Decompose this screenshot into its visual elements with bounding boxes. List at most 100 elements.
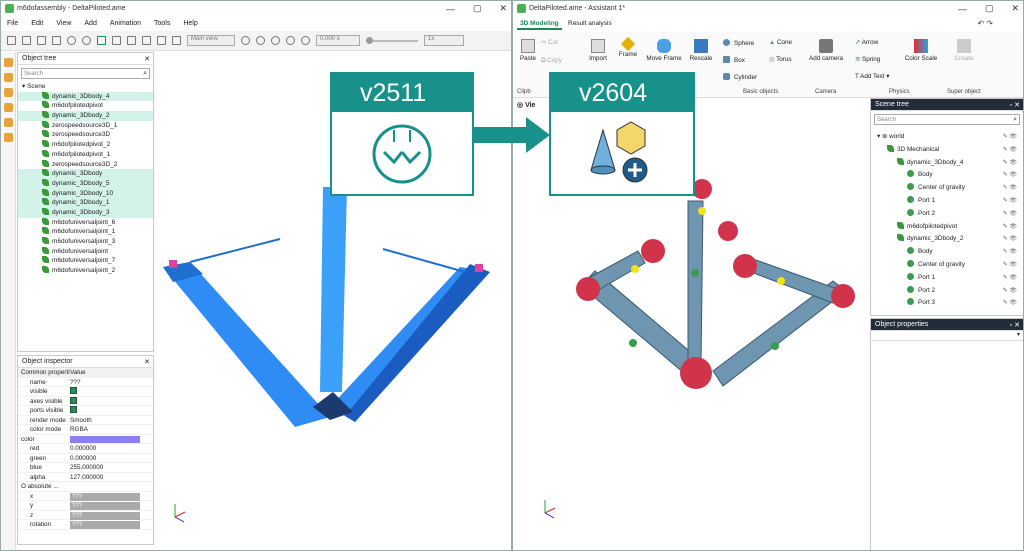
- close-button[interactable]: ✕: [499, 3, 507, 14]
- inspector-row[interactable]: color mode RGBA: [18, 425, 153, 435]
- visibility-icon[interactable]: ✎ 👁: [1003, 195, 1017, 208]
- inspector-row[interactable]: name???: [18, 378, 153, 387]
- layer-icon-3[interactable]: [4, 88, 13, 97]
- scene-tree-item[interactable]: Port 1 ✎ 👁: [871, 272, 1023, 285]
- layer-icon-5[interactable]: [4, 118, 13, 127]
- tab-3d-modeling[interactable]: 3D Modeling: [517, 18, 562, 30]
- fit-icon[interactable]: [157, 36, 166, 45]
- search-icon[interactable]: ⌕: [143, 70, 149, 78]
- inspector-row[interactable]: O absolute ...: [18, 482, 153, 492]
- speed-select[interactable]: 1x: [424, 35, 464, 46]
- menu-view[interactable]: View: [56, 20, 71, 27]
- cone-button[interactable]: ▲ Cone: [769, 39, 792, 46]
- inspector-value[interactable]: 255.000000: [70, 463, 103, 472]
- scene-tree-item[interactable]: Body ✎ 👁: [871, 246, 1023, 259]
- inspector-value[interactable]: 0.000000: [70, 454, 96, 463]
- record-icon[interactable]: [172, 36, 181, 45]
- tab-result-analysis[interactable]: Result analysis: [565, 18, 615, 30]
- cut-button[interactable]: ✂ Cut: [541, 39, 558, 46]
- menu-file[interactable]: File: [7, 20, 18, 27]
- inspector-value[interactable]: Smooth: [70, 416, 92, 425]
- scene-tree-search[interactable]: Search ⌕: [874, 114, 1020, 125]
- inspector-row[interactable]: x???: [18, 492, 153, 501]
- inspector-row[interactable]: axes visible: [18, 396, 153, 406]
- undo-redo-icons[interactable]: ↶ ↷: [977, 19, 993, 28]
- maximize-button[interactable]: ▢: [473, 3, 482, 14]
- minimize-button[interactable]: —: [446, 4, 455, 14]
- delete-icon[interactable]: [52, 36, 61, 45]
- undo-icon[interactable]: [67, 36, 76, 45]
- spring-button[interactable]: ≋ Spring: [855, 56, 880, 63]
- tree-item[interactable]: dynamic_3Dbody_4: [18, 91, 153, 102]
- visibility-icon[interactable]: ✎ 👁: [1003, 221, 1017, 234]
- step-forward-icon[interactable]: [286, 36, 295, 45]
- tree-item[interactable]: dynamic_3Dbody_3: [18, 207, 153, 218]
- inspector-value[interactable]: ???: [70, 378, 81, 387]
- inspector-value[interactable]: [70, 387, 77, 394]
- layer-icon-4[interactable]: [4, 103, 13, 112]
- select-icon[interactable]: [97, 36, 106, 45]
- torus-button[interactable]: ◎ Torus: [769, 56, 792, 63]
- frame-button[interactable]: Frame: [617, 36, 639, 58]
- visibility-icon[interactable]: ✎ 👁: [1003, 297, 1017, 310]
- layer-icon-2[interactable]: [4, 73, 13, 82]
- pan-icon[interactable]: [142, 36, 151, 45]
- tree-item[interactable]: m6dofuniversaljoint_6: [18, 217, 153, 228]
- properties-dropdown[interactable]: ▾: [871, 331, 1023, 341]
- inspector-row[interactable]: color: [18, 435, 153, 444]
- paste-icon[interactable]: [37, 36, 46, 45]
- import-button[interactable]: Import: [585, 39, 611, 62]
- scene-tree-item[interactable]: Port 2 ✎ 👁: [871, 208, 1023, 221]
- inspector-row[interactable]: blue 255.000000: [18, 463, 153, 473]
- copy-button[interactable]: ⧉ Copy: [541, 57, 562, 65]
- scene-tree-item[interactable]: Body ✎ 👁: [871, 169, 1023, 182]
- inspector-value[interactable]: RGBA: [70, 425, 88, 434]
- close-button[interactable]: ✕: [1011, 3, 1019, 14]
- visibility-icon[interactable]: ✎ 👁: [1003, 131, 1017, 144]
- visibility-icon[interactable]: ✎ 👁: [1003, 259, 1017, 272]
- tree-item[interactable]: m6dofuniversaljoint_2: [18, 266, 153, 276]
- visibility-icon[interactable]: ✎ 👁: [1003, 272, 1017, 285]
- visibility-icon[interactable]: ✎ 👁: [1003, 144, 1017, 157]
- visibility-icon[interactable]: ✎ 👁: [1003, 208, 1017, 221]
- scene-tree-item[interactable]: Port 2 ✎ 👁: [871, 285, 1023, 298]
- menu-add[interactable]: Add: [84, 20, 96, 27]
- search-input[interactable]: Search: [24, 71, 43, 77]
- inspector-row[interactable]: y???: [18, 501, 153, 511]
- tree-item[interactable]: m6dofpilotedpivot_1: [18, 149, 153, 160]
- cut-icon[interactable]: [7, 36, 16, 45]
- paste-button[interactable]: Paste: [517, 39, 539, 62]
- search-icon[interactable]: ⌕: [1013, 116, 1019, 124]
- close-panel-icon[interactable]: ✕: [144, 55, 150, 63]
- tree-item[interactable]: zerospeedsource3D: [18, 130, 153, 140]
- scene-tree-item[interactable]: m6dofpilotedpivot ✎ 👁: [871, 221, 1023, 234]
- add-text-button[interactable]: T Add Text ▾: [855, 73, 889, 80]
- scene-tree-item[interactable]: Center of gravity ✎ 👁: [871, 182, 1023, 195]
- inspector-row[interactable]: rotation???: [18, 520, 153, 530]
- step-back-icon[interactable]: [256, 36, 265, 45]
- redo-icon[interactable]: [82, 36, 91, 45]
- visibility-icon[interactable]: ✎ 👁: [1003, 169, 1017, 182]
- visibility-icon[interactable]: ✎ 👁: [1003, 246, 1017, 259]
- view-select[interactable]: Main view: [187, 35, 235, 46]
- menu-tools[interactable]: Tools: [154, 20, 170, 27]
- inspector-value[interactable]: 0.000000: [70, 444, 96, 453]
- inspector-row[interactable]: ports visible: [18, 406, 153, 416]
- panel-controls-icon[interactable]: ▫ ✕: [1010, 321, 1020, 329]
- inspector-row[interactable]: visible: [18, 387, 153, 397]
- time-slider[interactable]: [366, 36, 418, 44]
- close-panel-icon[interactable]: ✕: [144, 358, 150, 366]
- color-scale-button[interactable]: Color Scale: [903, 39, 939, 62]
- scene-tree-item[interactable]: dynamic_3Dbody_2 ✎ 👁: [871, 233, 1023, 246]
- tree-item[interactable]: m6dofpilotedpivot_2: [18, 140, 153, 150]
- visibility-icon[interactable]: ✎ 👁: [1003, 182, 1017, 195]
- menu-animation[interactable]: Animation: [110, 20, 141, 27]
- scene-tree-item[interactable]: Center of gravity ✎ 👁: [871, 259, 1023, 272]
- tree-item[interactable]: m6dofpilotedpivot: [18, 101, 153, 111]
- rewind-icon[interactable]: [241, 36, 250, 45]
- scene-tree-item[interactable]: dynamic_3Dbody_4 ✎ 👁: [871, 157, 1023, 170]
- scene-tree-item[interactable]: Port 3 ✎ 👁: [871, 297, 1023, 310]
- tree-item[interactable]: dynamic_3Dbody_5: [18, 178, 153, 189]
- tree-root[interactable]: ▾ Scene: [18, 82, 153, 92]
- tree-item[interactable]: dynamic_3Dbody: [18, 169, 153, 179]
